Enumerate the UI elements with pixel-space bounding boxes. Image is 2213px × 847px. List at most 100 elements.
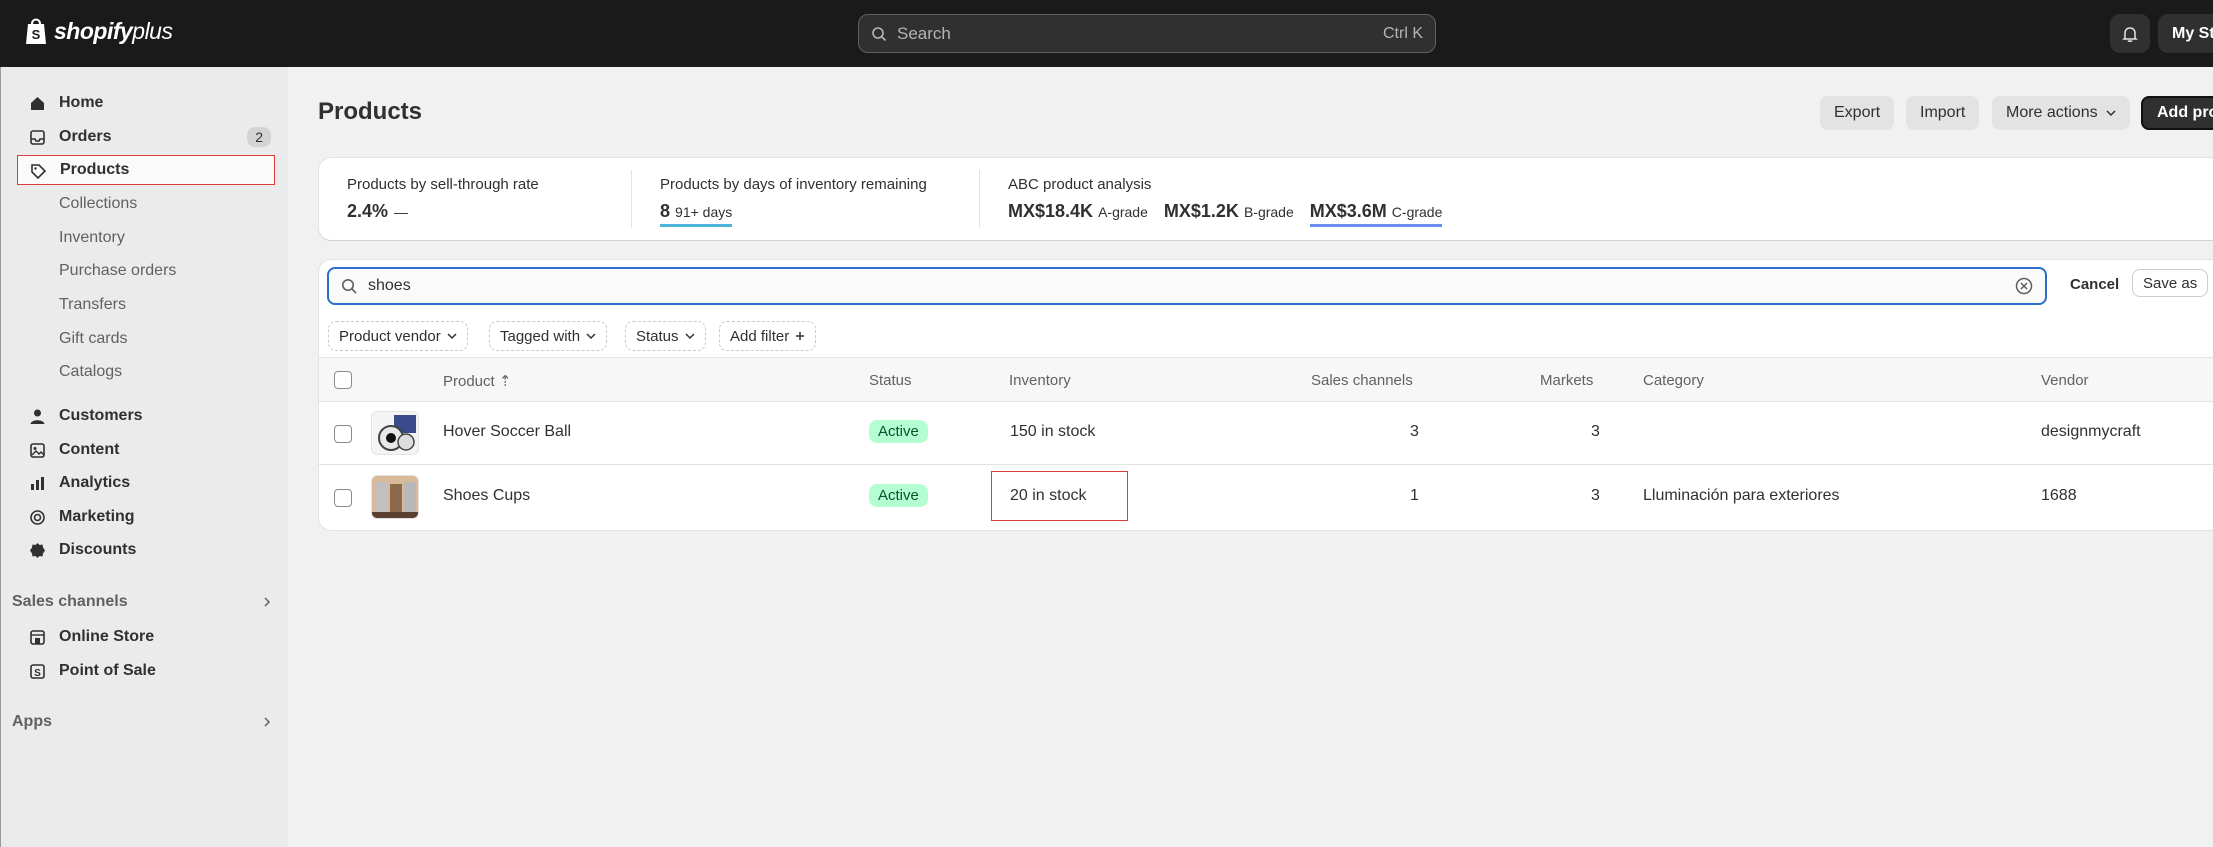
sidebar-item-point-of-sale[interactable]: S Point of Sale — [17, 656, 275, 686]
page-title: Products — [318, 98, 423, 125]
b-grade-label: B-grade — [1243, 204, 1294, 220]
sidebar-item-label: Orders — [59, 128, 112, 145]
save-as-button[interactable]: Save as — [2132, 269, 2209, 297]
sidebar-item-products[interactable]: Products — [17, 155, 275, 185]
product-vendor-filter[interactable]: Product vendor — [328, 321, 468, 351]
analytics-card: Products by sell-through rate 2.4% — Pro… — [319, 158, 2213, 240]
search-shortcut: Ctrl K — [1383, 24, 1423, 42]
table-row[interactable]: Hover Soccer Ball Active 150 in stock 3 … — [319, 402, 2213, 465]
status-badge: Active — [869, 484, 928, 507]
table-row[interactable]: Shoes Cups Active 20 in stock 1 3 Llumin… — [319, 466, 2213, 529]
sidebar-item-home[interactable]: Home — [17, 88, 275, 118]
row-checkbox[interactable] — [334, 425, 352, 443]
sidebar: Home Orders 2 Products Collections Inven… — [0, 67, 288, 847]
svg-text:S: S — [32, 27, 41, 42]
products-table-card: shoes Cancel Save as Product vendor Tagg… — [319, 260, 2213, 530]
table-header: Product ⇡ Status Inventory Sales channel… — [319, 357, 2213, 402]
abc-analysis-metric[interactable]: ABC product analysis MX$18.4K A-grade MX… — [1008, 176, 1443, 227]
sidebar-item-analytics[interactable]: Analytics — [17, 468, 275, 498]
clear-icon[interactable] — [2015, 277, 2033, 295]
days-inventory-metric[interactable]: Products by days of inventory remaining … — [660, 176, 927, 227]
product-name[interactable]: Hover Soccer Ball — [443, 423, 571, 441]
chip-label: Product vendor — [339, 327, 441, 345]
search-bar[interactable]: Search Ctrl K — [858, 14, 1436, 53]
inventory-value: 20 in stock — [1010, 487, 1087, 504]
a-grade-label: A-grade — [1098, 204, 1148, 220]
sidebar-item-purchase-orders[interactable]: Purchase orders — [59, 259, 176, 283]
sidebar-item-label: Home — [59, 94, 104, 111]
cancel-button[interactable]: Cancel — [2070, 276, 2119, 293]
product-thumbnail — [371, 411, 419, 455]
home-icon — [31, 97, 44, 110]
sidebar-item-gift-cards[interactable]: Gift cards — [59, 327, 127, 351]
content-icon — [30, 443, 45, 458]
search-filter-input[interactable]: shoes — [327, 267, 2047, 305]
chip-label: Add filter — [730, 327, 790, 345]
tagged-with-filter[interactable]: Tagged with — [489, 321, 608, 351]
apps-header[interactable]: Apps — [12, 713, 272, 731]
column-inventory: Inventory — [1009, 372, 1071, 389]
store-menu-button[interactable]: My Store — [2158, 14, 2213, 53]
chip-label: Tagged with — [500, 327, 581, 345]
sell-through-dash: — — [394, 204, 409, 220]
sidebar-item-marketing[interactable]: Marketing — [17, 502, 275, 532]
sidebar-item-discounts[interactable]: Discounts — [17, 535, 275, 565]
chevron-down-icon — [2106, 110, 2116, 117]
export-button[interactable]: Export — [1820, 96, 1895, 130]
sidebar-item-inventory[interactable]: Inventory — [59, 226, 125, 250]
a-grade-amount: MX$18.4K — [1008, 201, 1094, 221]
status-filter[interactable]: Status — [625, 321, 706, 351]
sidebar-item-label: Customers — [59, 407, 143, 424]
sidebar-item-collections[interactable]: Collections — [59, 192, 137, 216]
a-grade-value: MX$18.4K A-grade — [1008, 201, 1148, 222]
days-count: 8 — [660, 201, 671, 221]
sidebar-item-online-store[interactable]: Online Store — [17, 622, 275, 652]
sidebar-item-label: Point of Sale — [59, 662, 156, 679]
vendor-value: 1688 — [2041, 487, 2077, 504]
target-icon — [30, 510, 45, 525]
sidebar-item-customers[interactable]: Customers — [17, 401, 275, 431]
select-all-checkbox[interactable] — [334, 371, 352, 389]
column-markets: Markets — [1540, 372, 1594, 389]
column-product[interactable]: Product ⇡ — [443, 372, 511, 390]
chevron-down-icon — [447, 333, 457, 340]
days-bucket: 91+ days — [675, 204, 733, 220]
vendor-value: designmycraft — [2041, 423, 2141, 440]
orders-count-badge: 2 — [247, 127, 271, 147]
shopify-logo[interactable]: S shopifyplus — [24, 16, 173, 46]
import-button[interactable]: Import — [1906, 96, 1980, 130]
notifications-button[interactable] — [2110, 14, 2150, 53]
column-category: Category — [1643, 372, 1704, 389]
sales-channels-header[interactable]: Sales channels — [12, 593, 272, 611]
search-icon — [872, 26, 887, 41]
discount-icon — [30, 543, 45, 558]
apps-label: Apps — [12, 713, 52, 730]
sidebar-item-content[interactable]: Content — [17, 435, 275, 465]
search-filter-value: shoes — [368, 277, 411, 294]
more-actions-label: More actions — [2006, 104, 2098, 121]
product-thumbnail — [371, 475, 419, 519]
sidebar-item-label: Content — [59, 441, 120, 458]
column-status: Status — [869, 372, 912, 389]
column-sales-channels: Sales channels — [1311, 372, 1413, 389]
svg-text:S: S — [34, 668, 41, 679]
add-filter-button[interactable]: Add filter — [719, 321, 817, 351]
sidebar-item-catalogs[interactable]: Catalogs — [59, 360, 122, 384]
sidebar-item-label: Online Store — [59, 628, 155, 645]
chip-label: Status — [636, 327, 679, 345]
sidebar-item-transfers[interactable]: Transfers — [59, 293, 126, 317]
c-grade-value: MX$3.6M C-grade — [1309, 201, 1443, 227]
tag-icon — [31, 164, 47, 180]
row-checkbox[interactable] — [334, 489, 352, 507]
chevron-right-icon — [264, 597, 271, 607]
sales-channels-label: Sales channels — [12, 593, 128, 610]
sidebar-item-orders[interactable]: Orders 2 — [17, 122, 275, 152]
person-icon — [30, 409, 45, 424]
sell-through-label: Products by sell-through rate — [347, 176, 539, 193]
logo-plus: plus — [132, 17, 173, 44]
sell-through-metric[interactable]: Products by sell-through rate 2.4% — — [347, 176, 539, 222]
product-name[interactable]: Shoes Cups — [443, 487, 530, 505]
add-product-button[interactable]: Add product — [2141, 96, 2213, 130]
more-actions-button[interactable]: More actions — [1992, 96, 2130, 130]
inbox-icon — [30, 130, 45, 145]
